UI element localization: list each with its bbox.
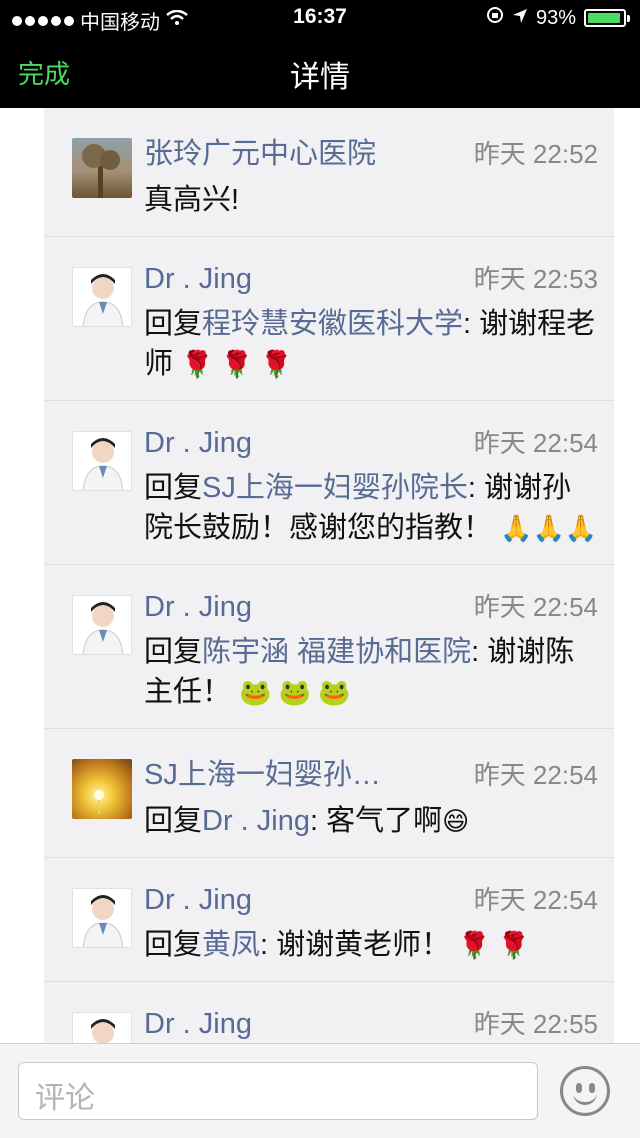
comment-author[interactable]: Dr . Jing <box>144 427 252 460</box>
doctor-avatar[interactable] <box>72 595 132 655</box>
comment-text: 回复程玲慧安徽医科大学: 谢谢程老师 🌹 🌹 🌹 <box>144 304 598 384</box>
page-title: 详情 <box>290 61 350 94</box>
reply-to-link[interactable]: 黄凤 <box>202 929 260 961</box>
comment-item[interactable]: Dr . Jing 昨天 22:54 回复SJ上海一妇婴孙院长: 谢谢孙院长鼓励… <box>44 401 614 565</box>
rose-emoji-icon: 🌹 🌹 <box>458 930 531 960</box>
status-right: 93% <box>486 6 630 30</box>
comment-text: 回复SJ上海一妇婴孙院长: 谢谢孙院长鼓励！感谢您的指教！ 🙏🙏🙏 <box>144 468 598 548</box>
comment-author[interactable]: Dr . Jing <box>144 884 252 917</box>
battery-percent: 93% <box>535 6 576 29</box>
comment-item[interactable]: SJ上海一妇婴孙… 昨天 22:54 回复Dr . Jing: 客气了啊😄 <box>44 729 614 858</box>
comment-text: 真高兴! <box>144 180 598 220</box>
orientation-lock-icon <box>486 6 504 30</box>
grin-emoji-icon: 😄 <box>442 806 470 836</box>
doctor-avatar[interactable] <box>72 888 132 948</box>
comment-author[interactable]: Dr . Jing <box>144 263 252 296</box>
smile-icon <box>573 1091 597 1105</box>
comment-time: 昨天 22:52 <box>473 139 598 169</box>
reply-prefix: 回复 <box>144 805 203 837</box>
comment-body: : 谢谢黄老师！ <box>260 929 451 961</box>
comment-time: 昨天 22:55 <box>473 1009 598 1039</box>
comment-text: 回复黄凤: 谢谢黄老师！ 🌹 🌹 <box>144 925 598 965</box>
reply-to-link[interactable]: 陈宇涵 福建协和医院 <box>202 636 471 668</box>
pray-emoji-icon: 🙏🙏🙏 <box>500 513 598 543</box>
comment-text: 回复陈宇涵 福建协和医院: 谢谢陈主任！ 🐸 🐸 🐸 <box>144 632 598 712</box>
comment-item[interactable]: Dr . Jing 昨天 22:54 回复陈宇涵 福建协和医院: 谢谢陈主任！ … <box>44 565 614 729</box>
comment-item[interactable]: 张玲广元中心医院 昨天 22:52 真高兴! <box>44 108 614 237</box>
comment-item[interactable]: Dr . Jing 昨天 22:54 回复黄凤: 谢谢黄老师！ 🌹 🌹 <box>44 858 614 982</box>
battery-icon <box>584 9 630 27</box>
frog-emoji-icon: 🐸 🐸 🐸 <box>239 677 351 707</box>
location-icon <box>512 7 528 30</box>
comment-bar: 评论 <box>0 1043 640 1138</box>
landscape-avatar[interactable] <box>72 138 132 198</box>
comment-time: 昨天 22:53 <box>473 264 598 294</box>
comment-time: 昨天 22:54 <box>473 885 598 915</box>
comment-input[interactable]: 评论 <box>18 1062 538 1120</box>
comment-author[interactable]: Dr . Jing <box>144 591 252 624</box>
comment-list[interactable]: 张玲广元中心医院 昨天 22:52 真高兴! Dr . Jing 昨天 22:5… <box>44 108 614 1043</box>
doctor-avatar[interactable] <box>72 431 132 491</box>
sunflower-avatar[interactable] <box>72 759 132 819</box>
nav-bar: 完成 详情 <box>0 36 640 108</box>
comment-author[interactable]: 张玲广元中心医院 <box>144 130 376 172</box>
comment-body: 真高兴! <box>144 184 240 216</box>
comment-time: 昨天 22:54 <box>473 592 598 622</box>
comment-author[interactable]: Dr . Jing <box>144 1008 252 1041</box>
comment-author[interactable]: SJ上海一妇婴孙… <box>144 751 381 793</box>
reply-prefix: 回复 <box>144 308 203 340</box>
emoji-button[interactable] <box>560 1066 610 1116</box>
comment-time: 昨天 22:54 <box>473 428 598 458</box>
reply-prefix: 回复 <box>144 636 203 668</box>
status-bar: 中国移动 16:37 93% <box>0 0 640 36</box>
comment-body: : 客气了啊 <box>310 805 443 837</box>
reply-to-link[interactable]: Dr . Jing <box>202 805 310 837</box>
comment-time: 昨天 22:54 <box>473 760 598 790</box>
doctor-avatar[interactable] <box>72 1012 132 1043</box>
rose-emoji-icon: 🌹 🌹 🌹 <box>181 349 293 379</box>
comment-item[interactable]: Dr . Jing 昨天 22:55 <box>44 982 614 1043</box>
reply-prefix: 回复 <box>144 929 203 961</box>
comment-text: 回复Dr . Jing: 客气了啊😄 <box>144 801 598 841</box>
comment-item[interactable]: Dr . Jing 昨天 22:53 回复程玲慧安徽医科大学: 谢谢程老师 🌹 … <box>44 237 614 401</box>
reply-prefix: 回复 <box>144 472 203 504</box>
reply-to-link[interactable]: 程玲慧安徽医科大学 <box>202 308 463 340</box>
doctor-avatar[interactable] <box>72 267 132 327</box>
reply-to-link[interactable]: SJ上海一妇婴孙院长 <box>202 472 468 504</box>
